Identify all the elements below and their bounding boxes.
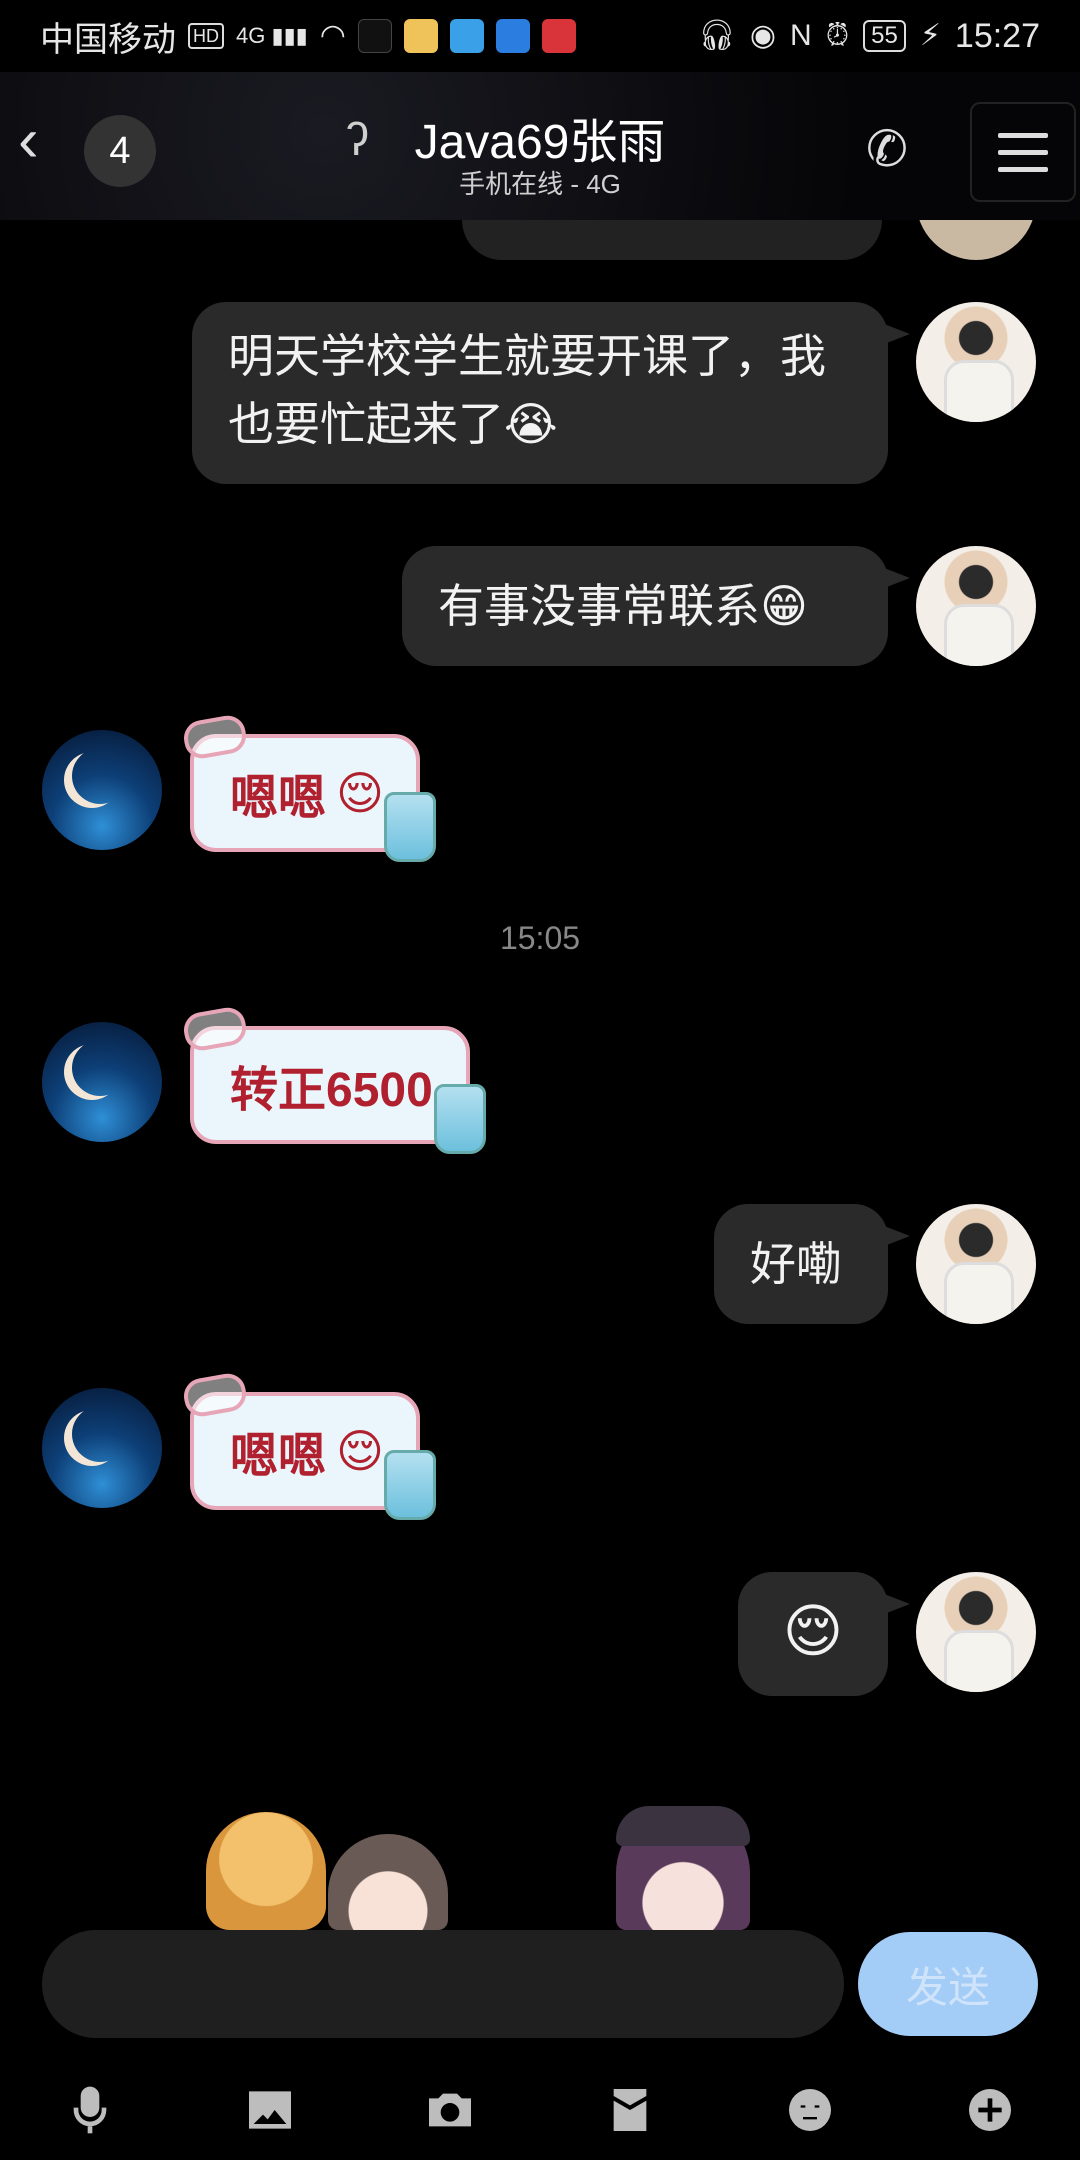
online-status: 手机在线 - 4G <box>459 169 621 199</box>
sticker-text: 嗯嗯 <box>230 772 327 825</box>
avatar-contact[interactable] <box>42 730 162 850</box>
app-notification-icon <box>403 19 438 53</box>
chat-header: ‹ 4 ʔ Java69张雨 手机在线 - 4G ✆ <box>0 72 1080 220</box>
headphone-icon: 🎧︎ <box>697 19 736 52</box>
sticker-message[interactable]: 嗯嗯 😌 <box>181 1370 436 1520</box>
huawei-app-icon <box>541 19 576 53</box>
hat-icon <box>616 1806 750 1846</box>
signal-icon: 4G ▮▮▮ <box>236 23 308 48</box>
message-text: 有事没事常联系 <box>438 580 760 632</box>
avatar-me[interactable] <box>916 220 1036 260</box>
message-list[interactable]: 明天学校学生就要开课了，我也要忙起来了😭 有事没事常联系😁 嗯嗯 😌 15:05 … <box>0 220 1080 1930</box>
nfc-icon: N <box>790 19 812 52</box>
sticker-message[interactable]: 嗯嗯 😌 <box>181 712 436 862</box>
sticker-text: 嗯嗯 <box>230 1430 327 1483</box>
browser-app-icon <box>495 19 530 53</box>
send-button[interactable]: 发送 <box>858 1932 1038 2036</box>
avatar-contact[interactable] <box>42 1022 162 1142</box>
theme-characters <box>0 1806 1080 1930</box>
video-app-icon <box>449 19 484 53</box>
message-text: 好嘞 <box>750 1238 842 1290</box>
message-bubble-out[interactable]: 好嘞 <box>714 1204 910 1324</box>
contact-name: Java69张雨 <box>414 116 666 169</box>
phone-call-icon[interactable]: ✆ <box>866 120 908 178</box>
eye-icon: ◉ <box>749 19 777 52</box>
avatar-me[interactable] <box>916 1572 1036 1692</box>
boy-character-icon <box>328 1834 448 1930</box>
emoji-relieved-icon: 😌 <box>336 767 384 819</box>
hd-badge: HD <box>188 23 224 49</box>
dog-character-icon <box>206 1812 326 1930</box>
message-input[interactable] <box>42 1930 844 2038</box>
message-bubble-partial[interactable] <box>462 220 882 260</box>
avatar-me[interactable] <box>916 302 1036 422</box>
mic-icon[interactable] <box>55 2075 125 2145</box>
emoji-cry-icon: 😭 <box>504 398 558 450</box>
wifi-icon: ◠ <box>319 19 346 52</box>
avatar-me[interactable] <box>916 1204 1036 1324</box>
sticker-text: 转正6500 <box>230 1064 433 1117</box>
battery-indicator: 55 <box>863 20 906 52</box>
avatar-me[interactable] <box>916 546 1036 666</box>
clock: 15:27 <box>954 16 1040 55</box>
composer: 发送 <box>0 1930 1080 2042</box>
emoji-relieved-icon: 😌 <box>782 1599 844 1664</box>
message-bubble-out[interactable]: 明天学校学生就要开课了，我也要忙起来了😭 <box>192 302 910 484</box>
charging-icon: ⚡︎ <box>919 19 941 52</box>
message-bubble-out[interactable]: 😌 <box>738 1572 910 1696</box>
emoji-relieved-icon: 😌 <box>336 1425 384 1477</box>
red-packet-icon[interactable] <box>595 2075 665 2145</box>
message-bubble-out[interactable]: 有事没事常联系😁 <box>402 546 910 666</box>
emoji-icon[interactable] <box>775 2075 845 2145</box>
tiktok-app-icon <box>357 19 392 53</box>
alarm-icon: ⏰︎ <box>825 19 850 52</box>
sticker-message[interactable]: 转正6500 <box>181 1004 486 1154</box>
menu-icon[interactable] <box>970 102 1076 202</box>
avatar-contact[interactable] <box>42 1388 162 1508</box>
input-toolbar <box>0 2060 1080 2160</box>
carrier-label: 中国移动 <box>40 20 176 59</box>
plus-icon[interactable] <box>955 2075 1025 2145</box>
status-bar: 中国移动 HD 4G ▮▮▮ ◠ 🎧︎ ◉ N ⏰︎ 55 ⚡︎ 15:27 <box>0 0 1080 72</box>
image-icon[interactable] <box>235 2075 305 2145</box>
emoji-grin-icon: 😁 <box>760 580 808 632</box>
camera-icon[interactable] <box>415 2075 485 2145</box>
timestamp: 15:05 <box>499 920 581 956</box>
